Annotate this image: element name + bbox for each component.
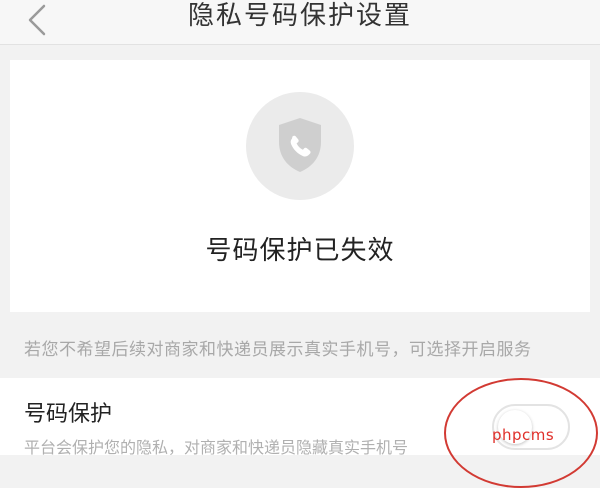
- shield-phone-icon: [279, 118, 321, 172]
- watermark-text: phpcms: [492, 426, 555, 444]
- status-text: 号码保护已失效: [205, 236, 395, 266]
- privacy-settings-screen: 隐私号码保护设置 号码保护已失效 若您不希望后续对商家和快递员展示真实手机号，可…: [0, 0, 600, 488]
- protection-title: 号码保护: [24, 402, 113, 427]
- status-icon-circle: [246, 92, 354, 200]
- page-title: 隐私号码保护设置: [187, 1, 412, 31]
- protection-description: 平台会保护您的隐私，对商家和快递员隐藏真实手机号: [24, 438, 409, 457]
- notice-text: 若您不希望后续对商家和快递员展示真实手机号，可选择开启服务: [24, 340, 532, 360]
- protection-status-card: 号码保护已失效: [10, 60, 590, 312]
- navigation-bar: 隐私号码保护设置: [0, 0, 600, 45]
